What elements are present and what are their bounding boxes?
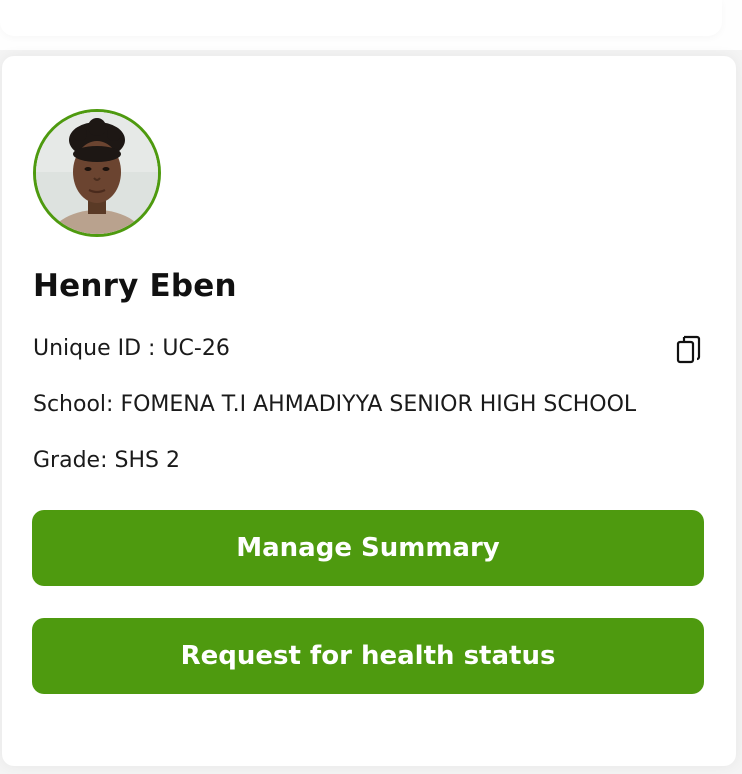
request-health-status-button[interactable]: Request for health status <box>32 618 704 694</box>
unique-id: Unique ID : UC-26 <box>33 336 230 361</box>
student-profile-card: Henry Eben Unique ID : UC-26 School: FOM… <box>2 56 736 766</box>
grade: Grade: SHS 2 <box>33 448 180 473</box>
student-name: Henry Eben <box>33 268 237 304</box>
avatar-photo <box>36 112 158 234</box>
copy-icon-glyph <box>676 335 701 364</box>
copy-icon[interactable] <box>674 335 702 365</box>
avatar <box>33 109 161 237</box>
previous-card-edge <box>0 0 722 36</box>
manage-summary-button[interactable]: Manage Summary <box>32 510 704 586</box>
school: School: FOMENA T.I AHMADIYYA SENIOR HIGH… <box>33 392 637 417</box>
